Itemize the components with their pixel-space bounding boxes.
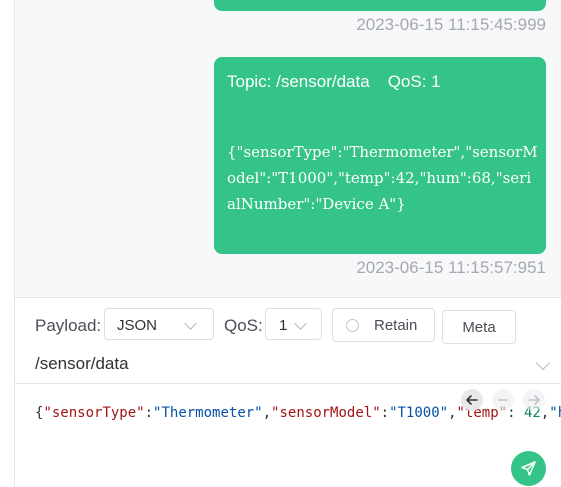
retain-radio-icon[interactable] <box>346 319 359 332</box>
minus-icon <box>498 399 508 401</box>
chevron-down-icon <box>184 317 197 330</box>
topic-input[interactable]: /sensor/data <box>35 354 129 374</box>
divider <box>15 297 561 298</box>
qos-value: 1 <box>279 317 288 334</box>
message-meta: Topic: /sensor/data QoS: 1 <box>227 72 441 92</box>
message-timestamp: 2023-06-15 11:15:57:951 <box>356 258 546 277</box>
json-key: "sensorModel" <box>271 405 381 421</box>
message-list[interactable]: 2023-06-15 11:15:45:999 Topic: /sensor/d… <box>15 0 561 297</box>
json-key: "sensorType" <box>43 405 145 421</box>
chevron-down-icon <box>294 317 307 330</box>
send-icon <box>521 461 536 476</box>
arrow-right-icon <box>528 395 540 405</box>
chevron-down-icon[interactable] <box>535 355 551 371</box>
message-bubble[interactable]: Topic: /sensor/data QoS: 1 {"sensorType":… <box>214 57 546 254</box>
message-qos: QoS: 1 <box>387 72 441 91</box>
message-topic: Topic: /sensor/data <box>227 72 370 91</box>
message-bubble-previous[interactable] <box>214 0 546 11</box>
qos-label: QoS: <box>224 316 263 335</box>
payload-format-select[interactable]: JSON <box>104 308 214 340</box>
json-string: "hu <box>549 405 561 421</box>
json-string: "T1000" <box>389 405 449 421</box>
message-timestamp: 2023-06-15 11:15:45:999 <box>356 15 546 34</box>
json-string: "Thermometer" <box>153 405 263 421</box>
meta-button[interactable]: Meta <box>442 310 516 344</box>
retain-toggle[interactable]: Retain <box>332 308 435 342</box>
history-clear-button[interactable] <box>492 389 514 411</box>
message-payload: {"sensorType":"Thermometer","sensorModel… <box>227 143 538 213</box>
payload-editor-content[interactable]: {"sensorType":"Thermometer","sensorModel… <box>35 405 561 421</box>
history-back-button[interactable] <box>461 389 483 411</box>
payload-label: Payload: <box>35 316 102 335</box>
retain-label: Retain <box>374 317 418 334</box>
arrow-left-icon <box>466 395 478 405</box>
history-forward-button[interactable] <box>523 389 545 411</box>
send-button[interactable] <box>511 451 546 486</box>
meta-label: Meta <box>462 319 496 336</box>
payload-format-value: JSON <box>117 317 158 334</box>
qos-select[interactable]: 1 <box>265 308 322 340</box>
